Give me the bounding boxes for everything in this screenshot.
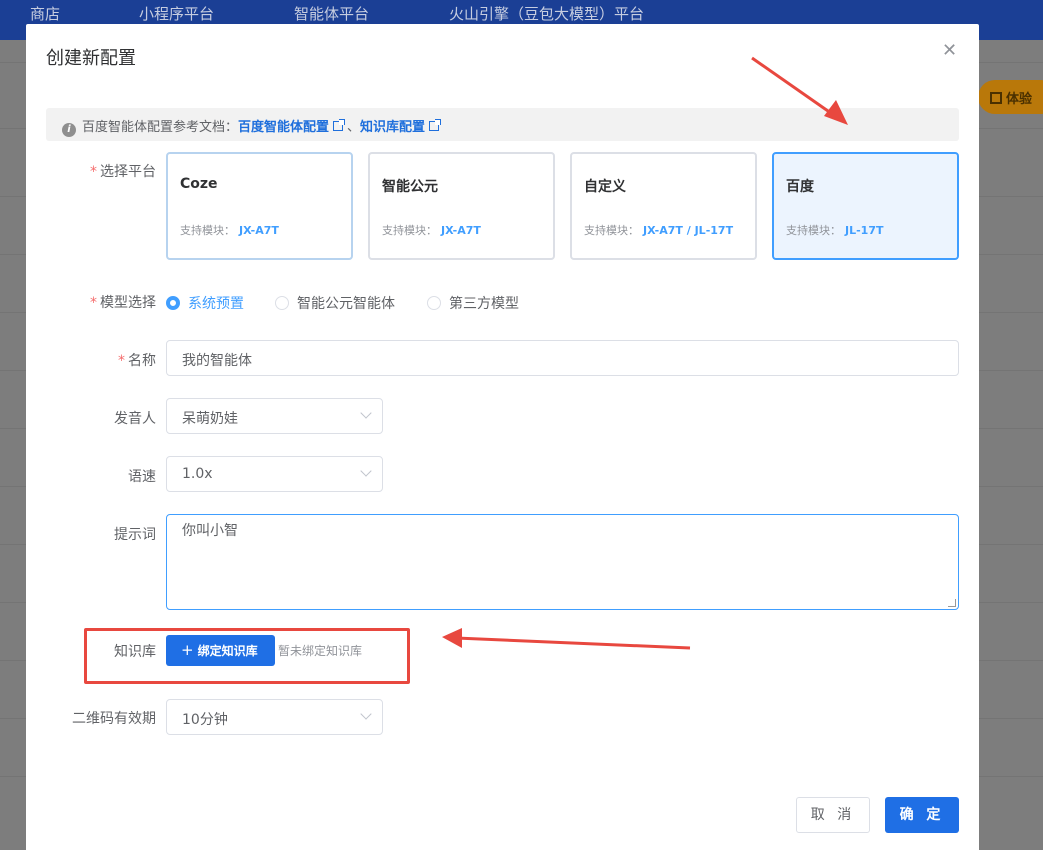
radio-dot[interactable]	[166, 296, 180, 310]
info-icon: i	[62, 123, 76, 137]
platform-card-support: 支持模块： JX-A7T	[382, 224, 481, 237]
reference-separator: 、	[347, 120, 361, 135]
baidu-agent-config-link[interactable]: 百度智能体配置	[238, 120, 329, 135]
platform-card-name: 百度	[786, 179, 814, 195]
platform-card-baidu[interactable]: 百度 支持模块： JL-17T	[772, 152, 959, 260]
nav-item-agent-platform[interactable]: 智能体平台	[294, 3, 369, 24]
prompt-label: 提示词	[114, 527, 156, 543]
confirm-button[interactable]: 确 定	[885, 797, 959, 833]
required-mark: *	[90, 295, 97, 311]
platform-card-support: 支持模块： JX-A7T	[180, 224, 279, 237]
platform-card-name: 自定义	[584, 179, 626, 195]
external-link-icon[interactable]	[333, 119, 346, 131]
platform-card-custom[interactable]: 自定义 支持模块： JX-A7T / JL-17T	[570, 152, 757, 260]
annotation-highlight-box	[84, 628, 410, 684]
platform-card-support: 支持模块： JX-A7T / JL-17T	[584, 224, 734, 237]
resize-handle[interactable]	[948, 599, 956, 607]
radio-dot[interactable]	[427, 296, 441, 310]
gift-icon	[990, 92, 1002, 104]
chevron-down-icon	[360, 465, 372, 477]
knowledge-base-config-link[interactable]: 知识库配置	[360, 120, 425, 135]
radio-system-preset[interactable]: 系统预置	[166, 293, 244, 313]
prompt-textarea[interactable]: 你叫小智	[166, 514, 959, 610]
chevron-down-icon	[360, 708, 372, 720]
create-config-dialog: 创建新配置 ✕ i 百度智能体配置参考文档：百度智能体配置 、知识库配置 * 选择平台…	[26, 24, 979, 850]
speaker-select[interactable]: 呆萌奶娃	[166, 398, 383, 434]
speed-label: 语速	[128, 469, 156, 485]
platform-card-zhinenggongyuan[interactable]: 智能公元 支持模块： JX-A7T	[368, 152, 555, 260]
chevron-down-icon	[360, 407, 372, 419]
platform-card-name: Coze	[180, 176, 218, 192]
speed-select[interactable]: 1.0x	[166, 456, 383, 492]
reference-doc-bar: i 百度智能体配置参考文档：百度智能体配置 、知识库配置	[46, 108, 959, 141]
trial-button[interactable]: 体验	[978, 80, 1043, 114]
radio-third-party-model[interactable]: 第三方模型	[427, 293, 519, 313]
name-label: * 名称	[118, 353, 156, 369]
radio-zhinenggongyuan-agent[interactable]: 智能公元智能体	[275, 293, 395, 313]
speaker-label: 发音人	[114, 411, 156, 427]
platform-label: * 选择平台	[90, 164, 156, 180]
nav-item-store[interactable]: 商店	[30, 3, 60, 24]
qr-validity-label: 二维码有效期	[72, 711, 156, 727]
required-mark: *	[118, 353, 125, 369]
reference-text: 百度智能体配置参考文档：	[82, 120, 239, 135]
radio-dot[interactable]	[275, 296, 289, 310]
required-mark: *	[90, 164, 97, 180]
nav-item-miniprogram[interactable]: 小程序平台	[139, 3, 214, 24]
close-icon[interactable]: ✕	[942, 42, 957, 60]
cancel-button[interactable]: 取 消	[796, 797, 870, 833]
model-label: * 模型选择	[90, 295, 156, 311]
platform-card-support: 支持模块： JL-17T	[786, 224, 884, 237]
platform-card-name: 智能公元	[382, 179, 438, 195]
nav-item-volcengine[interactable]: 火山引擎（豆包大模型）平台	[449, 3, 644, 24]
platform-card-coze[interactable]: Coze 支持模块： JX-A7T	[166, 152, 353, 260]
external-link-icon[interactable]	[429, 119, 442, 131]
dialog-title: 创建新配置	[46, 48, 136, 69]
qr-validity-select[interactable]: 10分钟	[166, 699, 383, 735]
name-input[interactable]: 我的智能体	[166, 340, 959, 376]
